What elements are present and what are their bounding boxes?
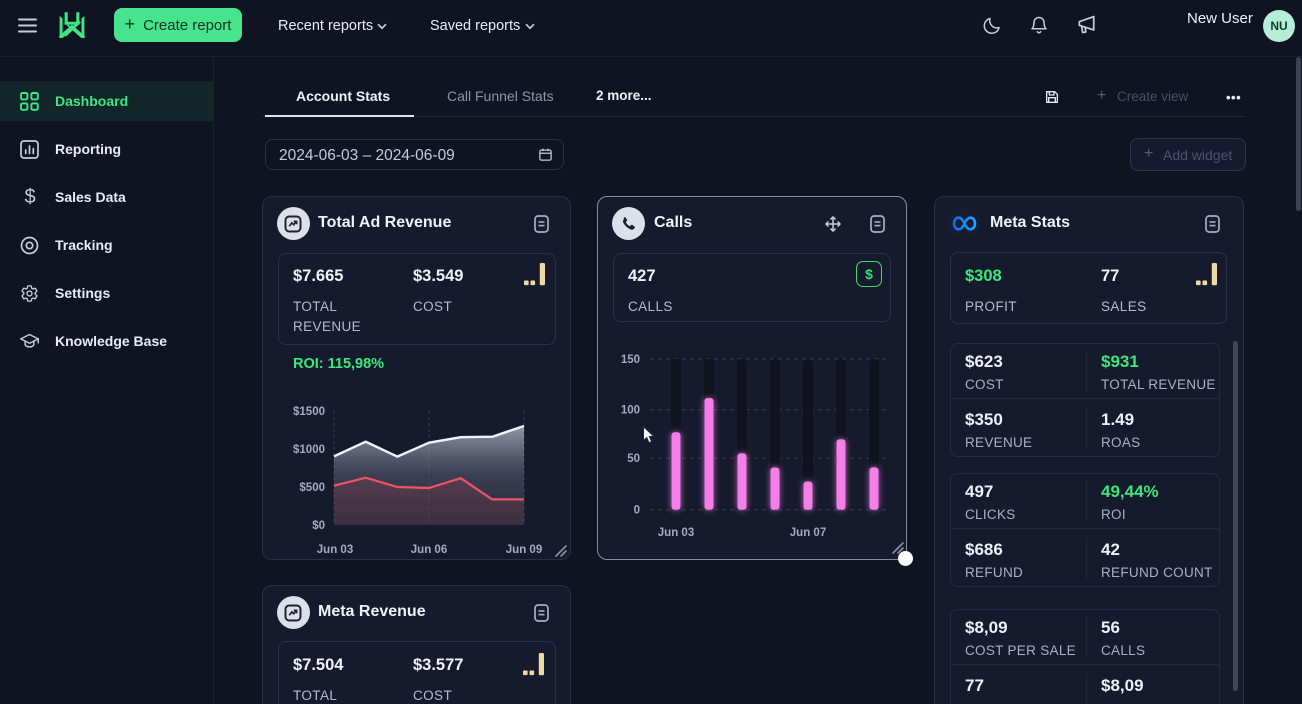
svg-text:$0: $0 [312, 520, 325, 532]
svg-text:150: 150 [621, 354, 640, 366]
svg-text:Jun 09: Jun 09 [506, 544, 542, 556]
svg-text:Jun 06: Jun 06 [411, 544, 447, 556]
svg-text:$500: $500 [299, 482, 325, 494]
svg-text:Jun 03: Jun 03 [658, 527, 694, 539]
svg-text:$1500: $1500 [293, 406, 325, 418]
svg-text:100: 100 [621, 405, 640, 417]
svg-text:Jun 03: Jun 03 [317, 544, 353, 556]
svg-text:Jun 07: Jun 07 [790, 527, 826, 539]
svg-text:50: 50 [627, 453, 640, 465]
svg-text:$1000: $1000 [293, 444, 325, 456]
svg-text:0: 0 [634, 505, 640, 517]
